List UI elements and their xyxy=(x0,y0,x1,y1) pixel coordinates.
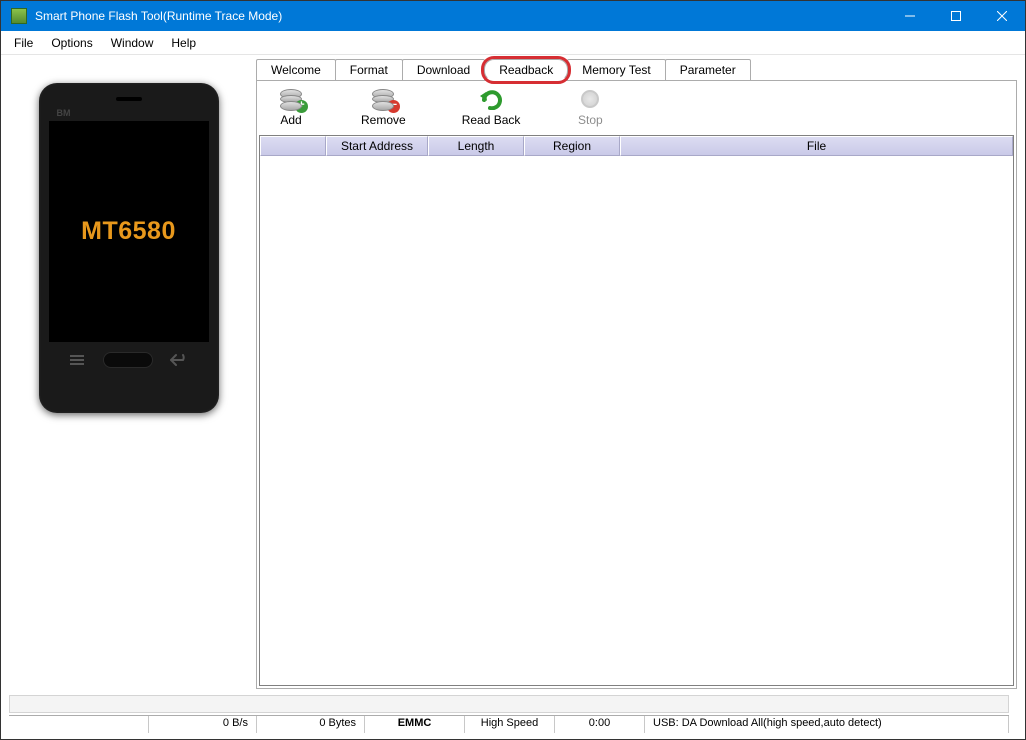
tab-welcome[interactable]: Welcome xyxy=(256,59,336,81)
phone-chip-label: MT6580 xyxy=(81,217,176,246)
phone-home-icon xyxy=(103,352,153,368)
sidebar: BM MT6580 xyxy=(1,55,256,739)
window-controls xyxy=(887,1,1025,31)
status-usb: USB: DA Download All(high speed,auto det… xyxy=(645,716,1009,733)
tab-panel: Add Remove Read Back xyxy=(256,80,1017,689)
read-back-button[interactable]: Read Back xyxy=(462,87,521,127)
menu-help[interactable]: Help xyxy=(162,34,205,52)
work-area: Welcome Format Download Readback Memory … xyxy=(256,55,1025,739)
progress-bar xyxy=(9,695,1009,713)
tab-memory-test[interactable]: Memory Test xyxy=(567,59,665,81)
tab-strip: Welcome Format Download Readback Memory … xyxy=(256,59,1017,81)
status-bytes: 0 Bytes xyxy=(257,716,365,733)
phone-back-icon xyxy=(165,352,195,368)
status-speed: High Speed xyxy=(465,716,555,733)
stop-icon xyxy=(576,87,604,111)
col-start-address[interactable]: Start Address xyxy=(326,136,428,156)
read-back-label: Read Back xyxy=(462,113,521,127)
tab-format[interactable]: Format xyxy=(335,59,403,81)
phone-brand-label: BM xyxy=(57,108,71,118)
db-add-icon xyxy=(277,87,305,111)
menu-options[interactable]: Options xyxy=(42,34,101,52)
status-storage: EMMC xyxy=(365,716,465,733)
stop-button: Stop xyxy=(576,87,604,127)
col-file[interactable]: File xyxy=(620,136,1013,156)
stop-label: Stop xyxy=(578,113,603,127)
phone-graphic: BM MT6580 xyxy=(39,83,219,413)
remove-button[interactable]: Remove xyxy=(361,87,406,127)
table-header-row: Start Address Length Region File xyxy=(260,136,1013,156)
read-back-icon xyxy=(477,87,505,111)
close-button[interactable] xyxy=(979,1,1025,31)
remove-label: Remove xyxy=(361,113,406,127)
phone-earpiece xyxy=(116,97,142,101)
col-length[interactable]: Length xyxy=(428,136,524,156)
add-label: Add xyxy=(280,113,301,127)
menu-file[interactable]: File xyxy=(5,34,42,52)
col-blank[interactable] xyxy=(260,136,326,156)
phone-screen: MT6580 xyxy=(49,121,209,342)
db-remove-icon xyxy=(369,87,397,111)
toolbar: Add Remove Read Back xyxy=(257,81,1016,131)
content-area: BM MT6580 Welcome Format Download Readba… xyxy=(1,55,1025,739)
readback-table[interactable]: Start Address Length Region File xyxy=(259,135,1014,686)
title-bar: Smart Phone Flash Tool(Runtime Trace Mod… xyxy=(1,1,1025,31)
status-rate: 0 B/s xyxy=(149,716,257,733)
tab-download[interactable]: Download xyxy=(402,59,485,81)
phone-nav-buttons xyxy=(49,342,209,368)
window-title: Smart Phone Flash Tool(Runtime Trace Mod… xyxy=(35,9,887,23)
col-region[interactable]: Region xyxy=(524,136,620,156)
status-bar: 0 B/s 0 Bytes EMMC High Speed 0:00 USB: … xyxy=(9,715,1009,733)
status-empty-1 xyxy=(9,716,149,733)
phone-menu-icon xyxy=(62,352,92,368)
menu-window[interactable]: Window xyxy=(102,34,163,52)
status-time: 0:00 xyxy=(555,716,645,733)
app-icon xyxy=(11,8,27,24)
menu-bar: File Options Window Help xyxy=(1,31,1025,55)
minimize-button[interactable] xyxy=(887,1,933,31)
maximize-button[interactable] xyxy=(933,1,979,31)
tab-parameter[interactable]: Parameter xyxy=(665,59,751,81)
add-button[interactable]: Add xyxy=(277,87,305,127)
tab-readback[interactable]: Readback xyxy=(484,59,568,81)
